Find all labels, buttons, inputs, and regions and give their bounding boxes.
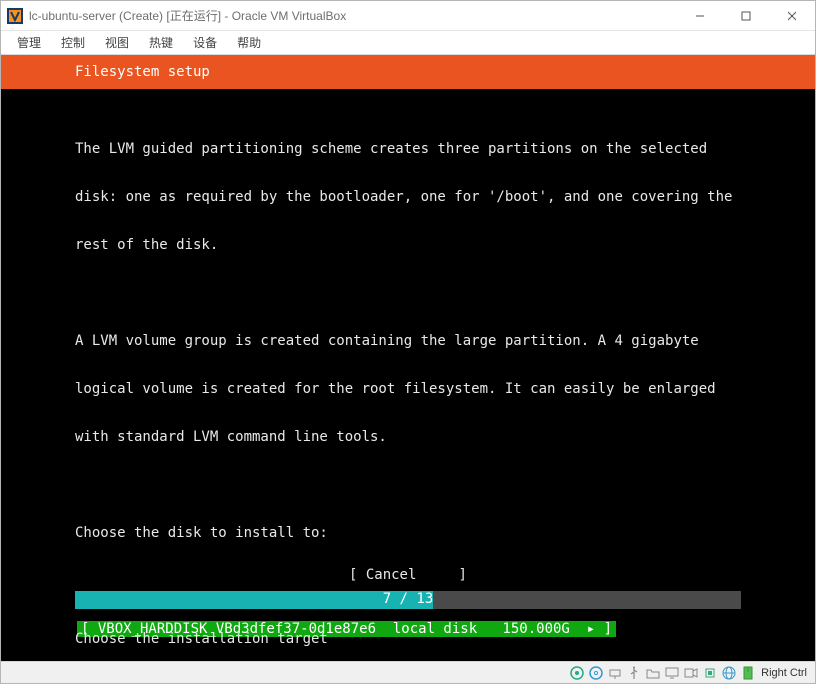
vm-screen[interactable]: Filesystem setup The LVM guided partitio… [1,55,815,661]
hint-line: Choose the installation target [75,631,328,647]
cpu-icon[interactable] [702,665,718,681]
close-button[interactable] [769,1,815,31]
installer-header: Filesystem setup [1,55,815,89]
mouse-capture-icon[interactable] [740,665,756,681]
menubar: 管理 控制 视图 热键 设备 帮助 [1,31,815,55]
para1-line1: The LVM guided partitioning scheme creat… [1,141,815,157]
recording-icon[interactable] [683,665,699,681]
cancel-row: [ Cancel ] [1,567,815,583]
menu-devices[interactable]: 设备 [183,30,227,55]
progress-done [75,591,433,609]
para2-line1: A LVM volume group is created containing… [1,333,815,349]
para2-line3: with standard LVM command line tools. [1,429,815,445]
hd-icon[interactable] [569,665,585,681]
menu-manage[interactable]: 管理 [7,30,51,55]
host-key-label: Right Ctrl [759,667,811,679]
statusbar: Right Ctrl [1,661,815,683]
installer-header-text: Filesystem setup [75,64,210,80]
choose-disk-line: Choose the disk to install to: [1,525,815,541]
net-icon[interactable] [607,665,623,681]
menu-hotkeys[interactable]: 热键 [139,30,183,55]
cd-icon[interactable] [588,665,604,681]
globe-icon[interactable] [721,665,737,681]
menu-help[interactable]: 帮助 [227,30,271,55]
progress-bar: 7 / 13 [1,591,815,609]
menu-control[interactable]: 控制 [51,30,95,55]
para1-line2: disk: one as required by the bootloader,… [1,189,815,205]
menu-view[interactable]: 视图 [95,30,139,55]
para1-line3: rest of the disk. [1,237,815,253]
shared-folder-icon[interactable] [645,665,661,681]
display-icon[interactable] [664,665,680,681]
minimize-button[interactable] [677,1,723,31]
para2-line2: logical volume is created for the root f… [1,381,815,397]
maximize-button[interactable] [723,1,769,31]
virtualbox-icon [7,8,23,24]
titlebar: lc-ubuntu-server (Create) [正在运行] - Oracl… [1,1,815,31]
cancel-button[interactable]: [ Cancel ] [349,567,467,583]
usb-icon[interactable] [626,665,642,681]
window-title: lc-ubuntu-server (Create) [正在运行] - Oracl… [29,7,346,24]
progress-remaining [433,591,741,609]
